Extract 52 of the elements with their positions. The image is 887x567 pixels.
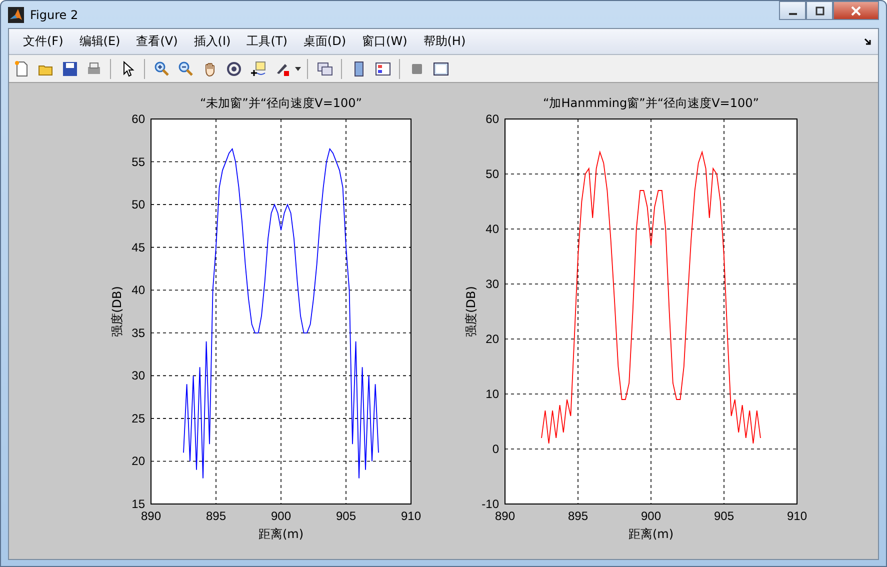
tick-label: 15 <box>132 497 145 511</box>
tick-label: 20 <box>132 454 145 468</box>
tick-label: 30 <box>132 368 145 383</box>
menu-item[interactable]: 窗口(W) <box>354 33 416 50</box>
x-axis-label: 距离(m) <box>258 527 304 541</box>
tick-label: 910 <box>400 509 422 523</box>
menu-item[interactable]: 文件(F) <box>15 33 72 50</box>
tick-label: 900 <box>270 509 292 523</box>
x-axis-label: 距离(m) <box>628 527 674 541</box>
minimize-button[interactable] <box>779 1 806 20</box>
menu-item[interactable]: 编辑(E) <box>71 33 128 50</box>
tick-label: 45 <box>132 240 145 254</box>
menu-item[interactable]: 帮助(H) <box>415 33 474 50</box>
tick-label: 25 <box>132 411 145 426</box>
menu-item[interactable]: 工具(T) <box>238 33 296 50</box>
maximize-button[interactable] <box>806 1 833 20</box>
maximize-icon <box>814 6 824 16</box>
tick-label: 35 <box>132 326 145 340</box>
tick-label: 60 <box>132 112 145 126</box>
tick-label: 895 <box>206 509 226 523</box>
close-icon <box>851 6 861 16</box>
minimize-icon <box>788 12 796 14</box>
y-axis-label: 强度(DB) <box>464 286 478 337</box>
tick-label: 50 <box>486 167 499 181</box>
menu-item[interactable]: 桌面(D) <box>295 33 354 50</box>
tick-label: 10 <box>486 387 499 401</box>
chart-title: “未加窗”并“径向速度V=100” <box>200 96 362 110</box>
tick-label: 60 <box>486 112 499 126</box>
chart-title: “加Hanmming窗”并“径向速度V=100” <box>543 96 759 110</box>
caret-icon[interactable] <box>295 66 301 70</box>
tick-label: 890 <box>494 509 515 523</box>
tick-label: 910 <box>786 509 807 523</box>
tick-label: 20 <box>486 332 499 346</box>
tick-label: 50 <box>132 198 145 212</box>
tick-label: 0 <box>492 442 499 456</box>
tick-label: 895 <box>568 509 588 523</box>
tick-label: -10 <box>482 497 499 511</box>
tick-label: 40 <box>132 283 145 298</box>
tick-label: 55 <box>132 154 145 169</box>
window-title: Figure 2 <box>30 8 78 22</box>
app-icon <box>8 6 24 22</box>
tick-label: 890 <box>140 509 162 523</box>
tick-label: 905 <box>714 509 734 523</box>
tick-label: 900 <box>640 509 661 523</box>
menu-item[interactable]: 查看(V) <box>128 33 186 50</box>
menu-item[interactable]: 插入(I) <box>186 33 239 50</box>
y-axis-label: 强度(DB) <box>110 286 124 337</box>
close-button[interactable] <box>833 1 879 20</box>
tick-label: 30 <box>486 277 499 291</box>
dock-arrow-icon[interactable] <box>864 38 872 46</box>
tick-label: 905 <box>336 509 356 523</box>
tick-label: 40 <box>486 222 499 236</box>
